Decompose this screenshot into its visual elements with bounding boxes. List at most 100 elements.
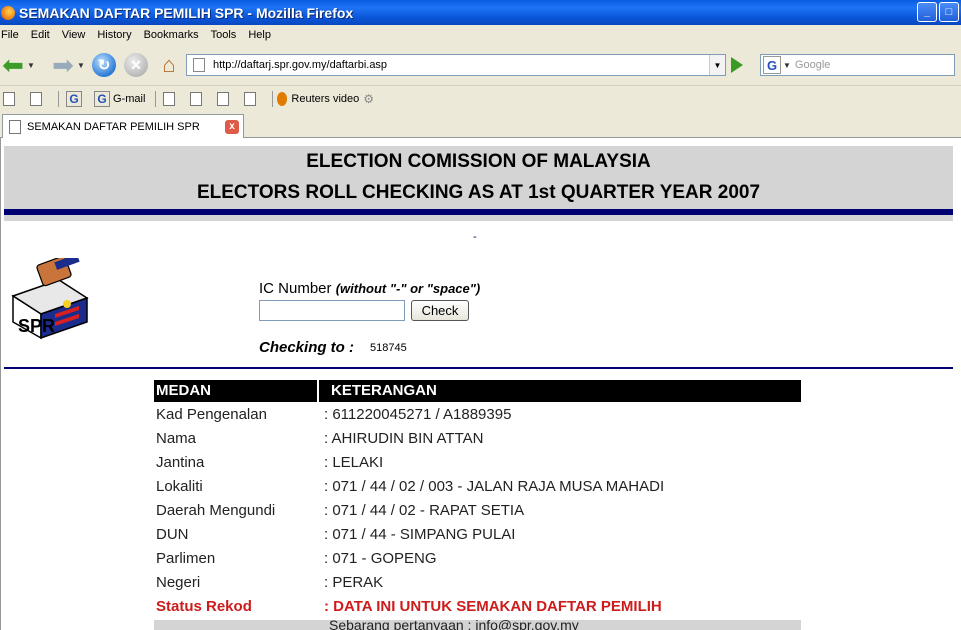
spr-logo: SPR [11, 258, 89, 340]
bookmarks-toolbar: G G G-mail Reuters video ⚙ [0, 85, 961, 111]
go-icon[interactable] [731, 57, 743, 73]
status-key: Status Rekod [156, 598, 252, 615]
header-subtitle: ELECTORS ROLL CHECKING AS AT 1st QUARTER… [196, 182, 761, 203]
row-key: Lokaliti [156, 478, 203, 495]
page-icon [30, 91, 42, 106]
section-rule [4, 367, 953, 369]
row-value: : 071 / 44 / 02 / 003 - JALAN RAJA MUSA … [324, 478, 665, 495]
ic-number-label-text: IC Number [259, 280, 332, 297]
menu-view[interactable]: View [59, 29, 95, 41]
reload-icon[interactable]: ↻ [92, 53, 116, 77]
google-icon: G [66, 90, 82, 107]
row-key: Parlimen [156, 550, 216, 567]
menu-history[interactable]: History [94, 29, 140, 41]
results-table: Kad Pengenalan : 611220045271 / A1889395… [156, 403, 801, 619]
row-value: : LELAKI [324, 454, 384, 471]
separator [272, 90, 274, 107]
maximize-button[interactable]: □ [939, 2, 959, 22]
row-key: Negeri [156, 574, 201, 591]
extension-icon[interactable]: ⚙ [363, 92, 374, 106]
table-row: Daerah Mengundi : 071 / 44 / 02 - RAPAT … [156, 499, 801, 523]
google-icon[interactable]: G [763, 56, 781, 74]
status-row: Status Rekod : DATA INI UNTUK SEMAKAN DA… [156, 595, 801, 619]
footer-bar: Sebarang pertanyaan : info@spr.gov.my [154, 620, 801, 630]
row-key: Jantina [156, 454, 205, 471]
separator [58, 90, 59, 107]
bookmark-reuters-label: Reuters video [291, 92, 360, 105]
page-icon [190, 91, 203, 106]
url-dropdown-icon[interactable]: ▼ [709, 55, 725, 75]
page-icon [244, 91, 257, 106]
search-engine-dropdown-icon[interactable]: ▼ [783, 61, 791, 70]
row-value: : 071 / 44 / 02 - RAPAT SETIA [324, 502, 525, 519]
status-value: : DATA INI UNTUK SEMAKAN DAFTAR PEMILIH [324, 598, 662, 615]
search-box[interactable]: G ▼ Google [760, 54, 955, 76]
stop-icon[interactable]: ✕ [124, 53, 148, 77]
table-row: Negeri : PERAK [156, 571, 801, 595]
home-icon[interactable]: ⌂ [156, 52, 182, 77]
bookmark-google[interactable]: G [63, 90, 85, 107]
row-key: Nama [156, 430, 197, 447]
header-rule-shade [4, 215, 953, 221]
minimize-button[interactable]: _ [917, 2, 937, 22]
bookmark-item[interactable] [160, 91, 181, 106]
header-title: ELECTION COMISSION OF MALAYSIA [306, 151, 651, 172]
page-icon [217, 91, 230, 106]
checking-label: Checking to : [259, 339, 355, 356]
table-row: Jantina : LELAKI [156, 451, 801, 475]
separator [155, 90, 157, 107]
row-value: : 071 / 44 - SIMPANG PULAI [324, 526, 516, 543]
tab-label[interactable]: SEMAKAN DAFTAR PEMILIH SPR [27, 121, 225, 133]
url-text[interactable]: http://daftarj.spr.gov.my/daftarbi.asp [213, 59, 709, 71]
bookmark-item[interactable] [27, 91, 48, 106]
column-header-medan: MEDAN [154, 380, 319, 402]
menu-bookmarks[interactable]: Bookmarks [141, 29, 208, 41]
bookmark-item[interactable] [0, 91, 21, 106]
bookmark-gmail-label: G-mail [113, 92, 146, 105]
ic-number-label: IC Number (without "-" or "space") [259, 280, 480, 297]
table-row: Kad Pengenalan : 611220045271 / A1889395 [156, 403, 801, 427]
navigation-toolbar: ⬅ ▼ ➡ ▼ ↻ ✕ ⌂ http://daftarj.spr.gov.my/… [0, 45, 961, 85]
table-row: Lokaliti : 071 / 44 / 02 / 003 - JALAN R… [156, 475, 801, 499]
table-header: MEDAN KETERANGAN [154, 380, 801, 402]
url-bar[interactable]: http://daftarj.spr.gov.my/daftarbi.asp ▼ [186, 54, 726, 76]
menu-help[interactable]: Help [245, 29, 280, 41]
search-placeholder[interactable]: Google [795, 59, 830, 71]
bookmark-item[interactable] [241, 91, 262, 106]
back-icon[interactable]: ⬅ [0, 52, 26, 78]
checking-value: 518745 [370, 342, 407, 354]
reuters-icon [277, 91, 288, 106]
row-value: : 611220045271 / A1889395 [324, 406, 512, 423]
column-header-keterangan: KETERANGAN [331, 382, 437, 399]
google-icon: G [94, 90, 110, 107]
forward-icon[interactable]: ➡ [50, 52, 76, 78]
ic-number-hint: (without "-" or "space") [335, 281, 481, 296]
bookmark-item[interactable] [214, 91, 235, 106]
back-dropdown-icon[interactable]: ▼ [26, 61, 36, 70]
tab-semakan[interactable]: SEMAKAN DAFTAR PEMILIH SPR x [2, 114, 244, 138]
menu-tools[interactable]: Tools [208, 29, 246, 41]
menu-bar: File Edit View History Bookmarks Tools H… [0, 25, 961, 45]
menu-edit[interactable]: Edit [28, 29, 59, 41]
tab-bar: SEMAKAN DAFTAR PEMILIH SPR x [0, 111, 961, 138]
page-content: ELECTION COMISSION OF MALAYSIA ELECTORS … [0, 138, 961, 630]
page-icon [9, 119, 21, 134]
footer-contact: Sebarang pertanyaan : info@spr.gov.my [329, 620, 579, 630]
page-header: ELECTION COMISSION OF MALAYSIA ELECTORS … [4, 146, 953, 210]
bookmark-reuters[interactable]: Reuters video ⚙ [277, 91, 374, 106]
close-tab-icon[interactable]: x [225, 119, 239, 134]
logo-text: SPR [18, 316, 55, 336]
forward-dropdown-icon[interactable]: ▼ [76, 61, 86, 70]
table-row: Parlimen : 071 - GOPENG [156, 547, 801, 571]
bookmark-gmail[interactable]: G G-mail [91, 90, 146, 107]
bookmark-item[interactable] [187, 91, 208, 106]
row-key: Daerah Mengundi [156, 502, 276, 519]
page-icon [193, 58, 205, 72]
row-value: : 071 - GOPENG [324, 550, 437, 567]
page-icon [3, 91, 15, 106]
check-button[interactable]: Check [411, 300, 469, 321]
menu-file[interactable]: File [0, 29, 28, 41]
dash-mark: - [473, 231, 477, 243]
row-value: : AHIRUDIN BIN ATTAN [324, 430, 484, 447]
ic-number-input[interactable] [259, 300, 405, 321]
